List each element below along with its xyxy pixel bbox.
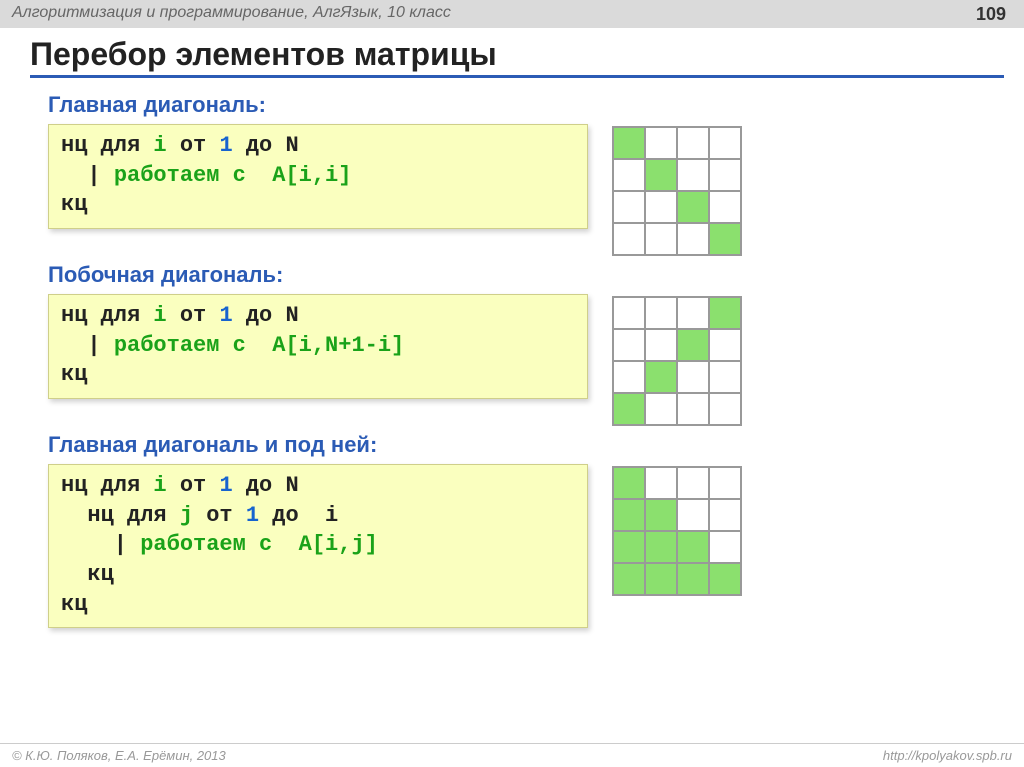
matrix-cell (677, 361, 709, 393)
matrix-cell (677, 329, 709, 361)
matrix-cell (613, 467, 645, 499)
matrix-cell (613, 159, 645, 191)
matrix-cell (677, 159, 709, 191)
matrix-cell (677, 563, 709, 595)
matrix-cell (613, 127, 645, 159)
matrix-cell (677, 297, 709, 329)
matrix-cell (645, 393, 677, 425)
matrix-cell (677, 467, 709, 499)
matrix-cell (677, 531, 709, 563)
matrix-cell (613, 223, 645, 255)
matrix-cell (613, 531, 645, 563)
matrix-cell (645, 159, 677, 191)
section-heading-lower-triangle: Главная диагональ и под ней: (48, 432, 996, 458)
matrix-cell (645, 223, 677, 255)
page-title: Перебор элементов матрицы (30, 36, 1004, 78)
matrix-cell (709, 531, 741, 563)
matrix-cell (709, 563, 741, 595)
matrix-cell (677, 223, 709, 255)
matrix-cell (709, 467, 741, 499)
matrix-cell (677, 499, 709, 531)
section-row: нц для i от 1 до N | работаем с A[i,i] к… (48, 122, 996, 256)
section-row: нц для i от 1 до N | работаем с A[i,N+1-… (48, 292, 996, 426)
content: Главная диагональ: нц для i от 1 до N | … (0, 82, 1024, 628)
matrix-anti-diagonal (612, 296, 742, 426)
section-heading-anti-diagonal: Побочная диагональ: (48, 262, 996, 288)
matrix-cell (645, 297, 677, 329)
page-number: 109 (976, 4, 1012, 28)
course-label: Алгоритмизация и программирование, АлгЯз… (12, 4, 451, 28)
code-block-main: нц для i от 1 до N | работаем с A[i,i] к… (48, 124, 588, 229)
matrix-cell (677, 127, 709, 159)
matrix-cell (677, 393, 709, 425)
matrix-cell (645, 127, 677, 159)
matrix-cell (613, 191, 645, 223)
matrix-cell (677, 191, 709, 223)
matrix-cell (709, 127, 741, 159)
matrix-cell (645, 499, 677, 531)
section-row: нц для i от 1 до N нц для j от 1 до i | … (48, 462, 996, 628)
matrix-cell (709, 223, 741, 255)
matrix-cell (613, 393, 645, 425)
footer: © К.Ю. Поляков, Е.А. Ерёмин, 2013 http:/… (0, 743, 1024, 767)
matrix-cell (709, 297, 741, 329)
matrix-cell (613, 329, 645, 361)
footer-copyright: © К.Ю. Поляков, Е.А. Ерёмин, 2013 (12, 748, 226, 763)
section-heading-main-diagonal: Главная диагональ: (48, 92, 996, 118)
matrix-cell (613, 563, 645, 595)
code-block-lower: нц для i от 1 до N нц для j от 1 до i | … (48, 464, 588, 628)
code-block-anti: нц для i от 1 до N | работаем с A[i,N+1-… (48, 294, 588, 399)
matrix-cell (645, 563, 677, 595)
matrix-cell (709, 361, 741, 393)
matrix-cell (645, 361, 677, 393)
matrix-cell (645, 531, 677, 563)
matrix-cell (613, 297, 645, 329)
footer-url: http://kpolyakov.spb.ru (883, 748, 1012, 763)
matrix-cell (645, 329, 677, 361)
matrix-cell (709, 329, 741, 361)
matrix-main-diagonal (612, 126, 742, 256)
matrix-cell (709, 393, 741, 425)
matrix-cell (613, 499, 645, 531)
matrix-cell (645, 467, 677, 499)
matrix-cell (645, 191, 677, 223)
matrix-cell (709, 191, 741, 223)
header-bar: Алгоритмизация и программирование, АлгЯз… (0, 0, 1024, 28)
matrix-lower-triangle (612, 466, 742, 596)
matrix-cell (709, 159, 741, 191)
matrix-cell (709, 499, 741, 531)
matrix-cell (613, 361, 645, 393)
